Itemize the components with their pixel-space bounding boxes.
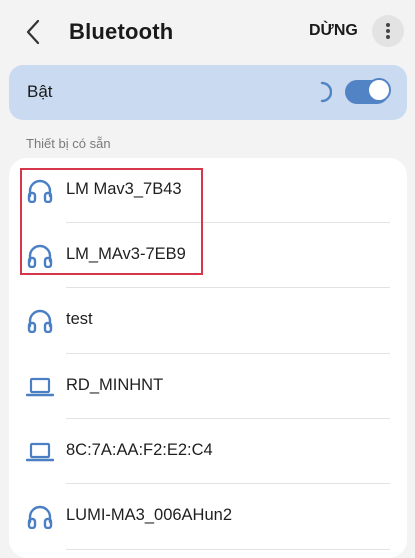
laptop-icon <box>26 439 54 465</box>
more-vert-icon <box>386 23 390 39</box>
device-name: test <box>66 310 93 328</box>
headphones-icon <box>26 504 54 530</box>
device-name: RD_MINHNT <box>66 376 164 394</box>
page-title: Bluetooth <box>69 19 174 44</box>
highlight-box <box>20 168 203 275</box>
device-name: 8C:7A:AA:F2:E2:C4 <box>66 441 213 459</box>
switch-knob <box>367 78 391 102</box>
app-header: Bluetooth DỪNG <box>0 0 415 64</box>
device-row[interactable]: RD_MINHNT <box>9 354 407 418</box>
bluetooth-switch[interactable] <box>345 78 391 104</box>
divider <box>66 549 390 550</box>
laptop-icon <box>26 374 54 400</box>
section-header: Thiết bị có sẵn <box>26 136 111 151</box>
stop-scan-button[interactable]: DỪNG <box>309 22 358 40</box>
loading-spinner-icon <box>320 81 332 103</box>
back-arrow-icon <box>26 19 40 45</box>
device-row[interactable]: 8C:7A:AA:F2:E2:C4 <box>9 419 407 483</box>
device-name: LUMI-MA3_006AHun2 <box>66 506 232 524</box>
device-row[interactable]: test <box>9 288 407 352</box>
toggle-label: Bật <box>27 82 53 101</box>
headphones-icon <box>26 308 54 334</box>
back-button[interactable] <box>16 14 50 50</box>
device-row[interactable]: LUMI-MA3_006AHun2 <box>9 484 407 548</box>
bluetooth-toggle-bar[interactable]: Bật <box>9 65 407 120</box>
more-options-button[interactable] <box>372 15 404 47</box>
